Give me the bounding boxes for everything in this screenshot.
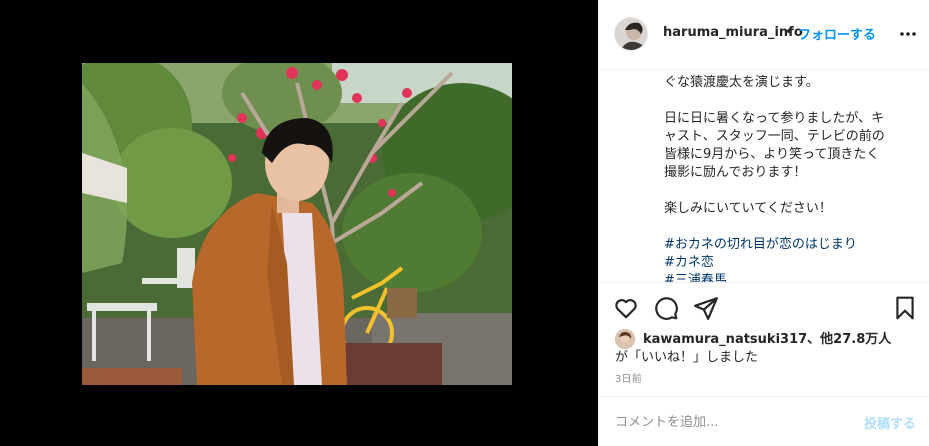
post-side-panel: haruma_miura_info • フォローする ぐな猿渡慶太を演じます。 …: [598, 0, 929, 446]
post-photo-image: [82, 63, 512, 385]
comment-icon[interactable]: [653, 295, 679, 321]
post-photo[interactable]: [82, 63, 512, 385]
caption-line: ャスト、スタッフ一同、テレビの前の: [664, 129, 885, 144]
share-icon[interactable]: [693, 295, 719, 321]
media-pane: [0, 0, 598, 446]
post-header: haruma_miura_info • フォローする: [599, 0, 929, 70]
caption-scroll-area[interactable]: ぐな猿渡慶太を演じます。 日に日に暑くなって参りましたが、キ ャスト、スタッフ一…: [599, 71, 929, 282]
likes-count-link[interactable]: 、他27.8万人: [807, 332, 891, 347]
more-horizontal-icon[interactable]: [898, 24, 918, 44]
caption-line: 撮影に励んでおります！: [664, 165, 807, 180]
caption-line: 楽しみにいていてください！: [664, 201, 832, 216]
caption-line: 皆様に9月から、より笑って頂きたく: [664, 147, 880, 162]
likes-line: kawamura_natsuki317、他27.8万人: [643, 328, 891, 347]
caption-line: ぐな猿渡慶太を演じます。: [664, 75, 819, 90]
header-separator: •: [785, 25, 793, 40]
heart-icon[interactable]: [613, 295, 639, 321]
post-comment-button[interactable]: 投稿する: [864, 413, 916, 432]
comment-form: 投稿する: [599, 396, 929, 446]
caption-text: ぐな猿渡慶太を演じます。 日に日に暑くなって参りましたが、キ ャスト、スタッフ一…: [664, 74, 914, 282]
post-timestamp[interactable]: 3日前: [615, 370, 642, 385]
comment-input[interactable]: [615, 411, 835, 433]
likes-suffix: が「いいね！」しました: [615, 350, 759, 365]
profile-avatar[interactable]: [614, 17, 648, 51]
hashtag-link[interactable]: #カネ恋: [664, 254, 914, 272]
caption-line: 日に日に暑くなって参りましたが、キ: [664, 111, 885, 126]
follow-button[interactable]: フォローする: [798, 24, 876, 43]
username-link[interactable]: haruma_miura_info: [663, 25, 803, 40]
post-actions: [599, 282, 929, 326]
bookmark-icon[interactable]: [892, 295, 918, 321]
likes-summary: kawamura_natsuki317、他27.8万人 が「いいね！」しました: [599, 326, 929, 370]
hashtag-link[interactable]: #三浦春馬: [664, 272, 914, 282]
liker-username-link[interactable]: kawamura_natsuki317: [643, 332, 807, 347]
avatar-image: [615, 18, 647, 50]
hashtag-link[interactable]: #おカネの切れ目が恋のはじまり: [664, 236, 914, 254]
